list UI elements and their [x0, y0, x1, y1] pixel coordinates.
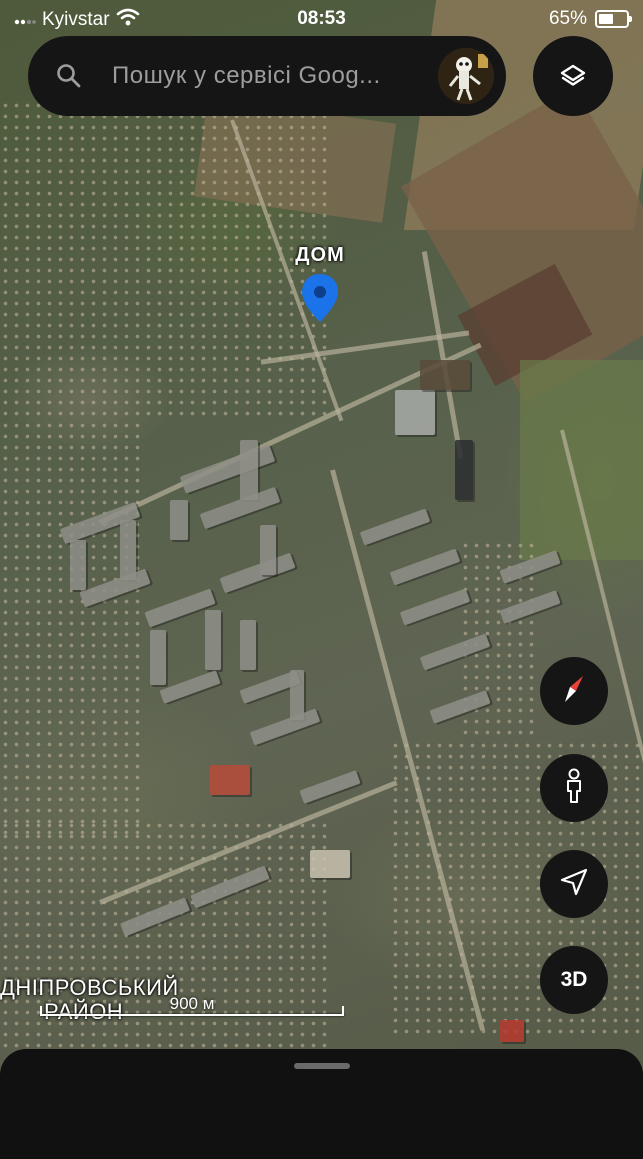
status-right: 65%	[548, 8, 632, 30]
sheet-grabber[interactable]	[294, 1063, 350, 1069]
status-bar: Kyivstar 08:53 65%	[0, 0, 643, 36]
apartment-block	[120, 520, 136, 580]
location-pin-icon[interactable]	[300, 272, 340, 324]
layers-button[interactable]	[533, 36, 613, 116]
apartment-block	[240, 620, 256, 670]
scale-line	[40, 1006, 344, 1016]
apartment-block	[150, 630, 166, 685]
apartment-block	[240, 440, 258, 500]
search-input[interactable]: Пошук у сервісі Goog...	[112, 62, 381, 90]
apartment-block	[179, 444, 276, 494]
battery-percent: 65%	[548, 8, 587, 29]
apartment-block	[205, 610, 221, 670]
green-area	[520, 360, 643, 560]
compass-icon	[556, 671, 592, 712]
scale-bar: 900 м	[40, 994, 344, 1018]
layers-icon	[559, 62, 587, 95]
clock: 08:53	[297, 8, 346, 29]
industrial-building	[395, 390, 435, 435]
pegman-icon	[562, 768, 586, 809]
location-arrow-icon	[559, 867, 589, 902]
apartment-block	[219, 552, 296, 594]
3d-label: 3D	[560, 968, 588, 991]
apartment-block	[170, 500, 188, 540]
battery-icon	[595, 10, 632, 28]
bottom-sheet[interactable]	[0, 1049, 643, 1159]
industrial-building	[420, 360, 470, 390]
search-icon	[56, 63, 82, 89]
my-location-button[interactable]	[540, 850, 608, 918]
scale-label: 900 м	[169, 994, 215, 1013]
apartment-block	[70, 540, 86, 590]
apartment-block	[159, 670, 221, 704]
search-bar[interactable]: Пошук у сервісі Goog...	[28, 36, 506, 116]
sports-field	[210, 765, 250, 795]
industrial-building	[310, 850, 350, 878]
battery-fill	[599, 14, 614, 24]
red-roof	[500, 1020, 524, 1042]
street-view-button[interactable]	[540, 754, 608, 822]
avatar[interactable]	[438, 48, 494, 104]
apartment-block	[260, 525, 276, 575]
apartment-block	[389, 548, 461, 586]
apartment-block	[359, 508, 431, 546]
houses	[0, 420, 140, 840]
apartment-block	[249, 708, 321, 746]
tall-building	[455, 440, 473, 500]
3d-mode-button[interactable]: 3D	[540, 946, 608, 1014]
pin-label: ДОМ	[295, 244, 345, 266]
compass-button[interactable]	[540, 657, 608, 725]
